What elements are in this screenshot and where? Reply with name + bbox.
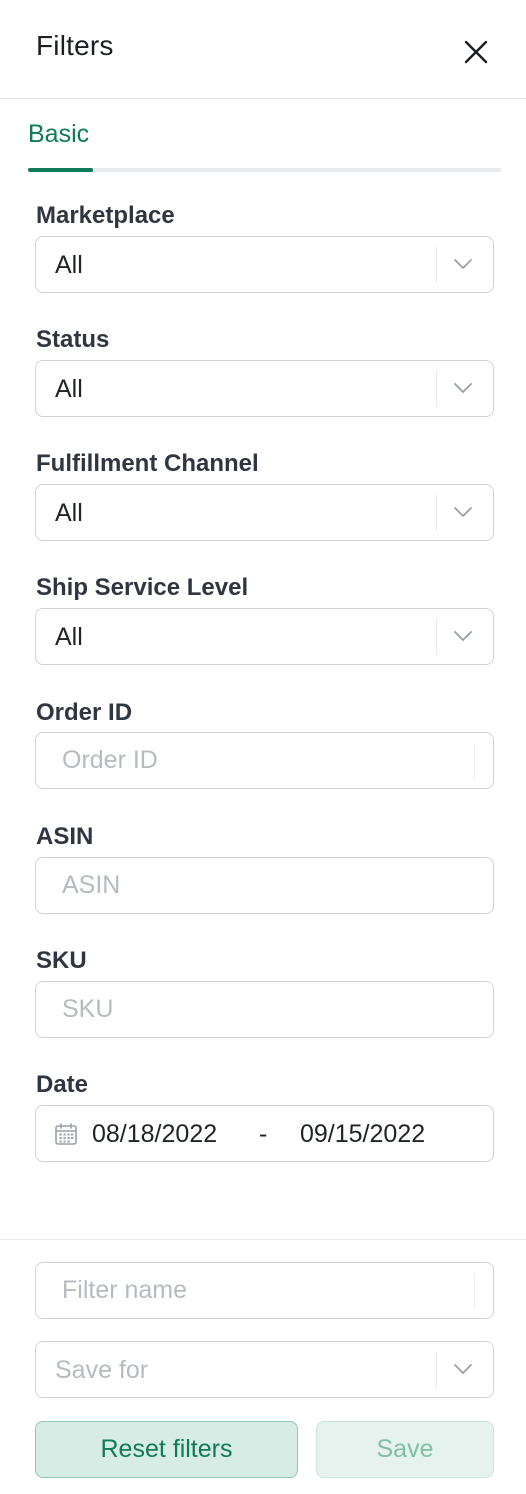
date-label: Date [36, 1071, 89, 1098]
tab-basic[interactable]: Basic [28, 120, 89, 149]
sku-box [35, 981, 494, 1038]
status-select[interactable]: All [35, 360, 494, 417]
close-icon[interactable] [458, 34, 494, 70]
select-divider [436, 371, 437, 407]
close-button[interactable] [458, 34, 494, 70]
tabs-track [28, 168, 501, 172]
sku-input[interactable] [36, 982, 493, 1037]
date-range-picker[interactable]: 08/18/2022 - 09/15/2022 [35, 1105, 494, 1162]
chevron-down-icon[interactable] [452, 503, 474, 521]
ship-service-level-select[interactable]: All [35, 608, 494, 665]
order-id-box [35, 732, 494, 789]
asin-box [35, 857, 494, 914]
select-divider [436, 619, 437, 655]
status-label: Status [36, 326, 110, 353]
save-button[interactable]: Save [316, 1421, 494, 1478]
chevron-down-icon[interactable] [452, 627, 474, 645]
filters-header: Filters [0, 0, 526, 99]
chevron-down-icon[interactable] [452, 1360, 474, 1378]
fulfillment-channel-label: Fulfillment Channel [36, 450, 259, 477]
fulfillment-channel-select[interactable]: All [35, 484, 494, 541]
asin-label: ASIN [36, 823, 94, 850]
input-divider [474, 743, 475, 779]
panel-title: Filters [36, 30, 114, 61]
reset-filters-button[interactable]: Reset filters [35, 1421, 298, 1478]
filter-name-input[interactable] [36, 1263, 493, 1318]
date-end[interactable]: 09/15/2022 [300, 1120, 425, 1149]
tab-active-indicator [28, 168, 93, 172]
marketplace-select[interactable]: All [35, 236, 494, 293]
save-for-placeholder: Save for [55, 1356, 149, 1384]
select-divider [436, 247, 437, 283]
order-id-input[interactable] [36, 733, 493, 788]
chevron-down-icon[interactable] [452, 255, 474, 273]
chevron-down-icon[interactable] [452, 379, 474, 397]
fulfillment-channel-value: All [55, 499, 83, 527]
asin-input[interactable] [36, 858, 493, 913]
ship-service-level-value: All [55, 623, 83, 651]
date-start[interactable]: 08/18/2022 [92, 1120, 217, 1149]
footer-divider [0, 1239, 526, 1240]
order-id-label: Order ID [36, 699, 133, 726]
marketplace-value: All [55, 251, 83, 279]
ship-service-level-label: Ship Service Level [36, 574, 249, 601]
save-for-select[interactable]: Save for [35, 1341, 494, 1398]
marketplace-label: Marketplace [36, 202, 175, 229]
filter-tabs: Basic [28, 116, 501, 172]
date-separator: - [259, 1120, 268, 1148]
calendar-icon[interactable] [54, 1122, 78, 1146]
sku-label: SKU [36, 947, 87, 974]
select-divider [436, 1352, 437, 1388]
status-value: All [55, 375, 83, 403]
select-divider [436, 495, 437, 531]
input-divider [474, 1273, 475, 1309]
filter-name-box [35, 1262, 494, 1319]
